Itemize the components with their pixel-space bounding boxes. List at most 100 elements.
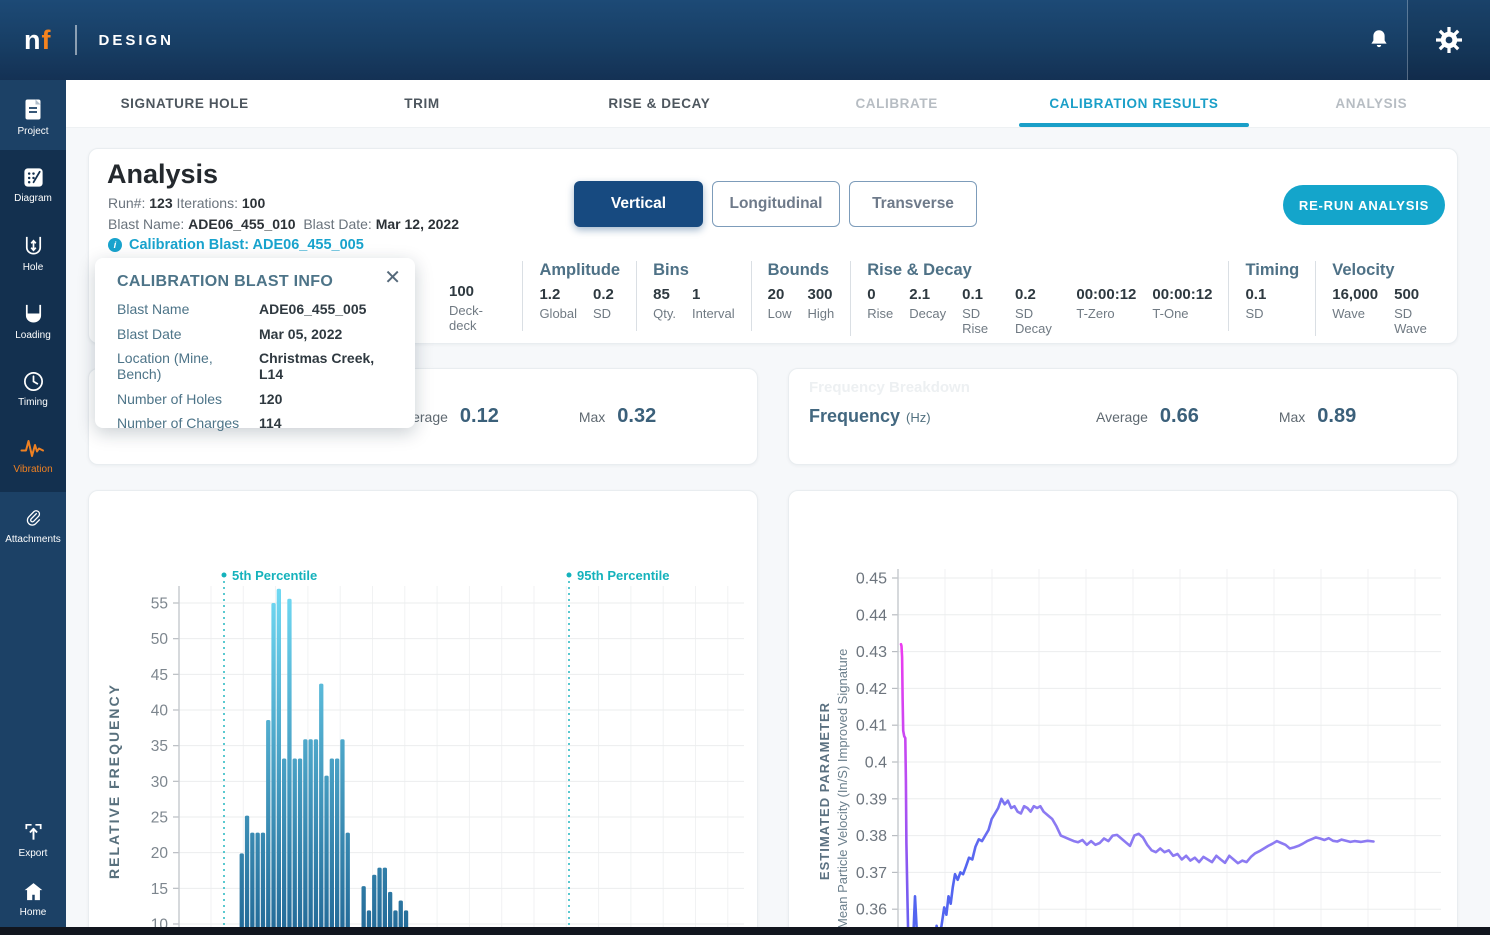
blast-pattern-icon: [22, 166, 45, 189]
blast-info: Blast Name: ADE06_455_010 Blast Date: Ma…: [108, 216, 459, 232]
param-group: 100Deck-deck: [433, 261, 522, 333]
ppv-max: Max0.32: [579, 405, 656, 428]
notifications-button[interactable]: [1351, 0, 1407, 80]
svg-text:30: 30: [151, 774, 169, 791]
sidebar-label: Diagram: [14, 193, 52, 204]
sidebar-item-timing[interactable]: Timing: [0, 370, 66, 408]
tab-label: RISE & DECAY: [608, 96, 710, 111]
param-group-timing: Timing 0.1SD: [1228, 261, 1315, 331]
settings-button[interactable]: [1427, 0, 1471, 80]
sidebar-item-hole[interactable]: Hole: [0, 234, 66, 273]
ppv-histogram-card: 555045403530252015105th Percentile95th P…: [88, 490, 758, 935]
app-logo: nf: [24, 25, 51, 56]
clock-icon: [22, 370, 45, 393]
sidebar-label: Loading: [15, 330, 51, 341]
component-toggle-group: Vertical Longitudinal Transverse: [574, 181, 977, 227]
sidebar-item-home[interactable]: Home: [0, 880, 66, 918]
sidebar-label: Attachments: [5, 534, 61, 545]
tab-rise-decay[interactable]: RISE & DECAY: [541, 80, 778, 127]
close-icon[interactable]: ✕: [384, 268, 401, 288]
iterations-value: 100: [242, 195, 265, 211]
tab-calibration-results[interactable]: CALIBRATION RESULTS: [1015, 80, 1252, 127]
svg-text:25: 25: [151, 809, 168, 826]
popup-title: CALIBRATION BLAST INFO: [117, 273, 399, 291]
tab-analysis[interactable]: ANALYSIS: [1253, 80, 1490, 127]
param-group-velocity: Velocity 16,000Wave 500SD Wave: [1315, 261, 1457, 336]
frequency-average: Average0.66: [1096, 405, 1199, 428]
tab-label: CALIBRATION RESULTS: [1049, 96, 1218, 111]
frequency-summary-card: Frequency Breakdown Frequency(Hz) Averag…: [788, 368, 1458, 465]
page-title: Analysis: [107, 159, 218, 190]
sidebar-item-project[interactable]: Project: [0, 98, 66, 137]
calibration-blast-link[interactable]: i Calibration Blast: ADE06_455_005: [108, 237, 364, 253]
svg-text:ESTIMATED PARAMETER: ESTIMATED PARAMETER: [817, 702, 832, 880]
svg-text:RELATIVE FREQUENCY: RELATIVE FREQUENCY: [106, 683, 122, 879]
run-info: Run#: 123 Iterations: 100: [108, 195, 265, 211]
blast-name-value: ADE06_455_010: [188, 216, 295, 232]
svg-text:0.45: 0.45: [856, 571, 887, 588]
svg-text:0.38: 0.38: [856, 828, 887, 845]
sidebar-label: Project: [17, 126, 48, 137]
svg-text:45: 45: [151, 667, 168, 684]
popup-row-blast-date: Blast DateMar 05, 2022: [117, 326, 399, 342]
svg-text:40: 40: [151, 702, 169, 719]
logo-f: f: [42, 25, 51, 55]
sidebar-label: Timing: [18, 397, 48, 408]
svg-text:15: 15: [151, 881, 168, 898]
parameters-strip: 100Deck-deck Amplitude 1.2Global 0.2SD B…: [433, 261, 1457, 336]
rerun-analysis-button[interactable]: RE-RUN ANALYSIS: [1283, 185, 1445, 225]
sidebar-item-vibration[interactable]: Vibration: [0, 436, 66, 475]
top-navbar: nf DESIGN: [0, 0, 1490, 80]
workflow-tabbar: SIGNATURE HOLE TRIM RISE & DECAY CALIBRA…: [66, 80, 1490, 128]
estimated-parameter-card: 0.450.440.430.420.410.40.390.380.370.36E…: [788, 490, 1458, 935]
vibration-waveform-icon: [20, 436, 46, 460]
svg-text:(Mean Particle Velocity (In/S): (Mean Particle Velocity (In/S) Improved …: [835, 649, 850, 934]
param-group-amplitude: Amplitude 1.2Global 0.2SD: [522, 261, 636, 331]
param-group-bins: Bins 85Qty. 1Interval: [636, 261, 751, 331]
tab-label: CALIBRATE: [855, 96, 937, 111]
svg-text:95th Percentile: 95th Percentile: [577, 568, 670, 583]
calibration-blast-value: ADE06_455_005: [253, 237, 364, 253]
svg-text:0.36: 0.36: [856, 902, 887, 919]
export-icon: [22, 820, 45, 844]
logo-n: n: [24, 25, 41, 55]
sidebar-item-export[interactable]: Export: [0, 820, 66, 859]
home-icon: [22, 880, 45, 903]
svg-text:5th Percentile: 5th Percentile: [232, 568, 317, 583]
popup-row-charges: Number of Charges114: [117, 415, 399, 431]
frequency-unit: (Hz): [906, 410, 931, 425]
svg-text:55: 55: [151, 596, 168, 613]
gear-icon: [1434, 25, 1464, 55]
sidebar-item-loading[interactable]: Loading: [0, 302, 66, 341]
svg-text:50: 50: [151, 631, 169, 648]
svg-text:0.4: 0.4: [865, 755, 887, 772]
tab-calibrate[interactable]: CALIBRATE: [778, 80, 1015, 127]
ppv-histogram-chart: 555045403530252015105th Percentile95th P…: [89, 491, 758, 935]
tab-label: TRIM: [404, 96, 439, 111]
tab-label: ANALYSIS: [1335, 96, 1407, 111]
longitudinal-button[interactable]: Longitudinal: [712, 181, 840, 227]
active-tab-indicator: [1019, 123, 1249, 127]
run-number: 123: [149, 195, 172, 211]
tab-signature-hole[interactable]: SIGNATURE HOLE: [66, 80, 303, 127]
popup-row-holes: Number of Holes120: [117, 391, 399, 407]
frequency-breakdown-ghost-label: Frequency Breakdown: [809, 379, 970, 396]
paperclip-icon: [22, 506, 44, 530]
svg-text:0.44: 0.44: [856, 607, 887, 624]
sidebar-item-diagram[interactable]: Diagram: [0, 166, 66, 204]
sidebar-label: Hole: [23, 262, 44, 273]
svg-text:0.41: 0.41: [856, 718, 887, 735]
popup-row-location: Location (Mine, Bench)Christmas Creek, L…: [117, 350, 399, 382]
param-group-rise-decay: Rise & Decay 0Rise 2.1Decay 0.1SD Rise 0…: [850, 261, 1228, 336]
logo-divider: [75, 25, 77, 55]
loading-icon: [22, 302, 45, 326]
svg-text:0.43: 0.43: [856, 644, 887, 661]
tab-trim[interactable]: TRIM: [303, 80, 540, 127]
svg-text:0.37: 0.37: [856, 865, 887, 882]
bell-icon: [1366, 27, 1392, 53]
vertical-button[interactable]: Vertical: [574, 181, 703, 227]
transverse-button[interactable]: Transverse: [849, 181, 977, 227]
popup-row-blast-name: Blast NameADE06_455_005: [117, 301, 399, 317]
sidebar-item-attachments[interactable]: Attachments: [0, 506, 66, 545]
info-icon: i: [108, 238, 122, 252]
